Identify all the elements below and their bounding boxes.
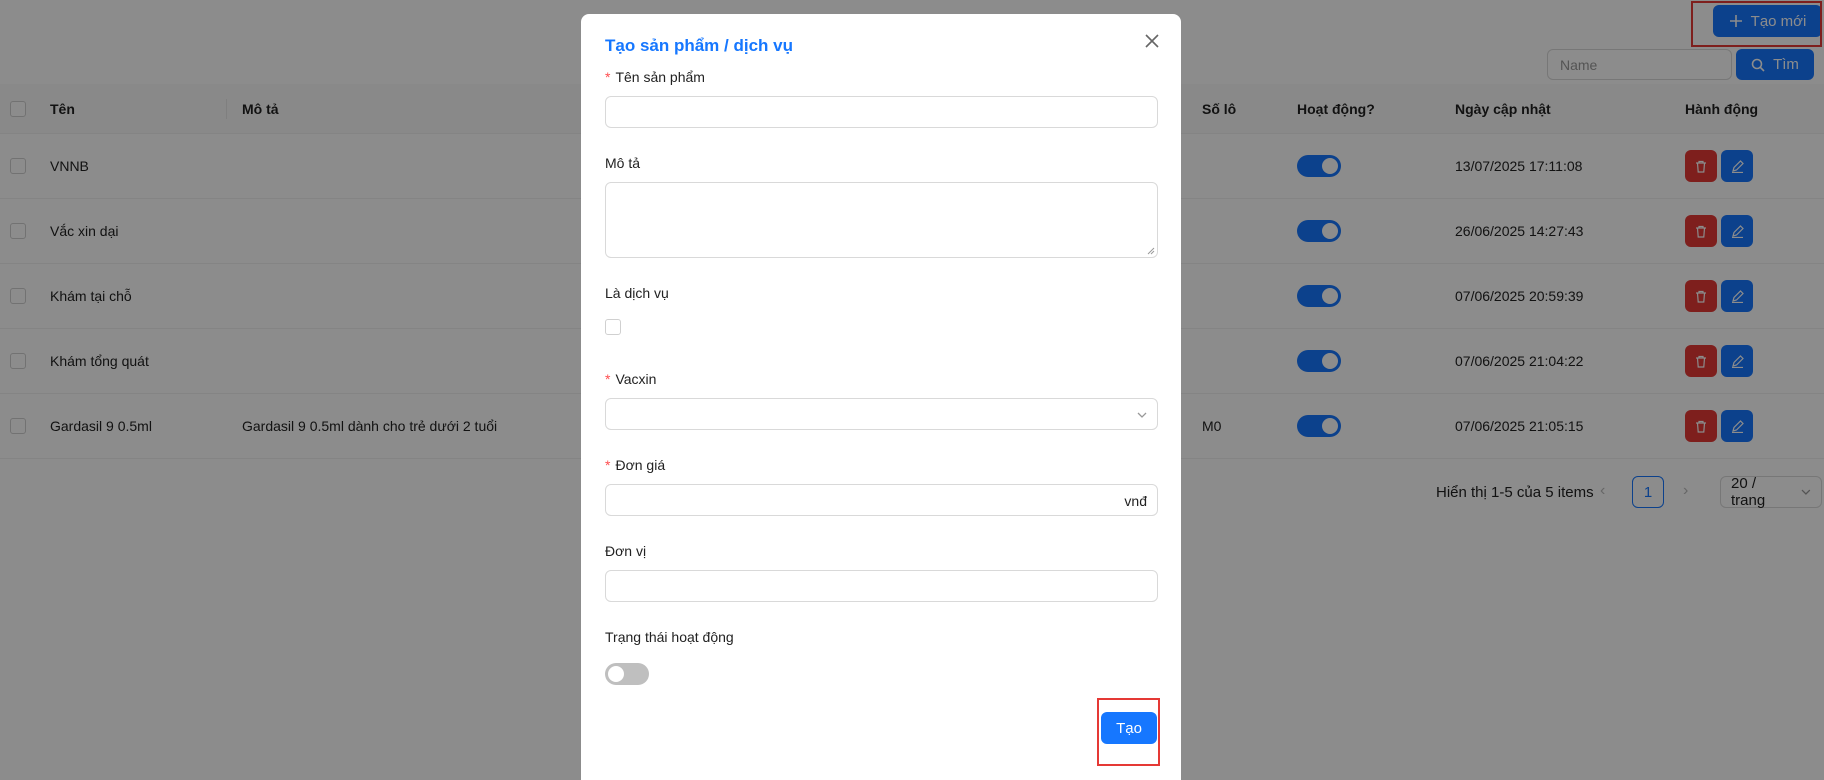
field-label-price: * Đơn giá (605, 457, 666, 473)
close-icon[interactable] (1141, 30, 1163, 52)
field-label-description: Mô tả (605, 155, 641, 171)
chevron-down-icon (1137, 412, 1147, 418)
create-product-modal: Tạo sản phẩm / dịch vụ * Tên sản phẩm Mô … (581, 14, 1181, 780)
is-service-checkbox[interactable] (605, 319, 621, 335)
field-label-is-service: Là dịch vụ (605, 285, 669, 301)
field-label-status: Trạng thái hoạt động (605, 629, 734, 645)
price-input[interactable]: vnđ (605, 484, 1158, 516)
highlight-submit (1097, 698, 1160, 766)
vaccine-select[interactable] (605, 398, 1158, 430)
modal-title: Tạo sản phẩm / dịch vụ (605, 36, 793, 55)
status-toggle[interactable] (605, 663, 649, 685)
resize-handle-icon[interactable] (1147, 247, 1155, 255)
price-suffix: vnđ (1124, 493, 1147, 509)
field-label-vaccine: * Vacxin (605, 371, 657, 387)
name-input[interactable] (605, 96, 1158, 128)
unit-input[interactable] (605, 570, 1158, 602)
description-textarea[interactable] (605, 182, 1158, 258)
field-label-name: * Tên sản phẩm (605, 69, 705, 85)
field-label-unit: Đơn vị (605, 543, 647, 559)
